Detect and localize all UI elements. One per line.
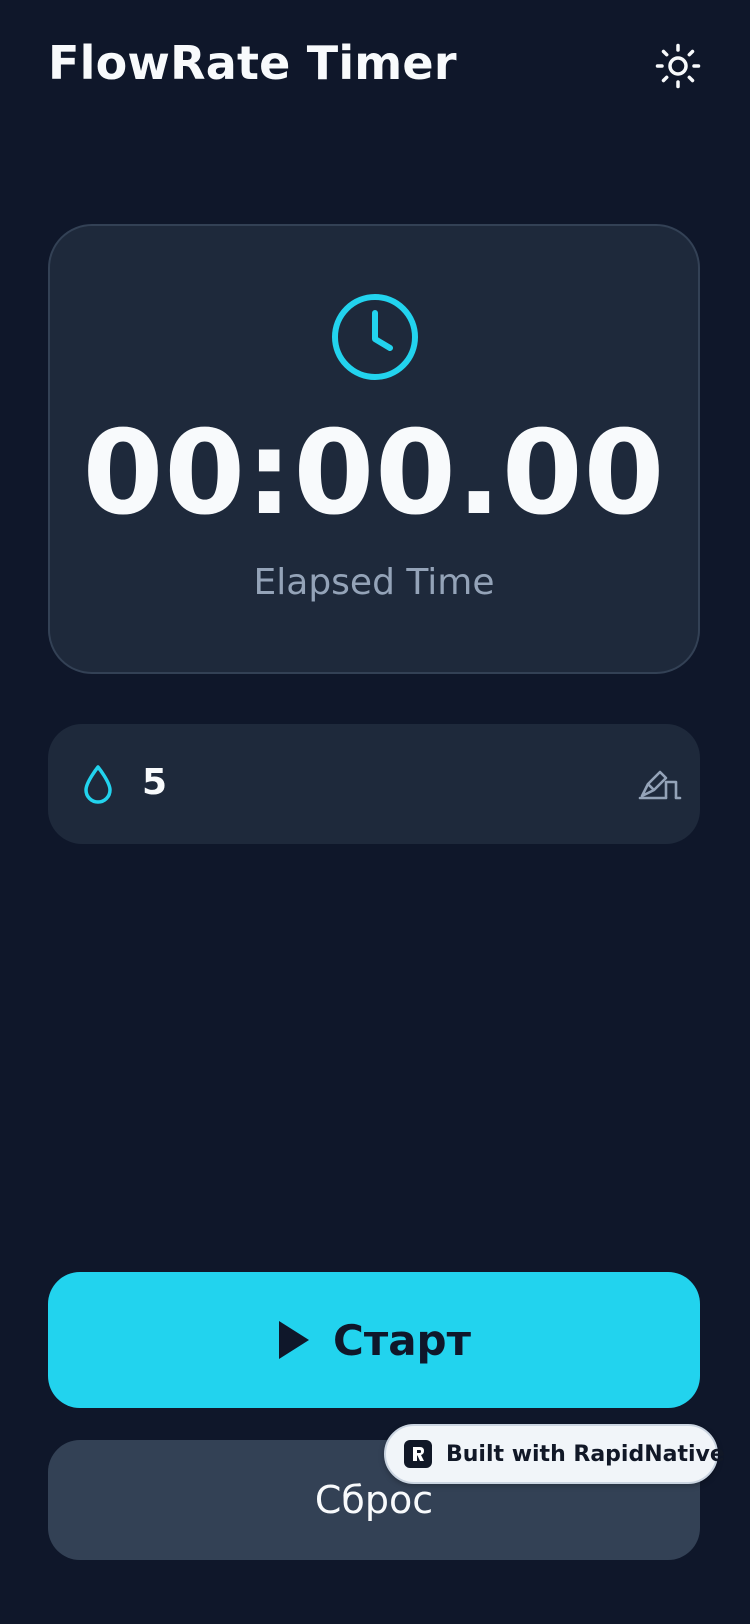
built-with-badge[interactable]: Built with RapidNative [384, 1424, 725, 1484]
start-button-label: Старт [333, 1315, 471, 1365]
drops-per-ml-row: 5 [48, 724, 700, 844]
built-with-label: Built with RapidNative [446, 1441, 725, 1467]
clock-icon [332, 294, 418, 380]
sun-icon [655, 43, 701, 89]
water-drop-icon [84, 765, 112, 804]
theme-toggle-button[interactable] [652, 40, 704, 92]
start-button[interactable]: Старт [48, 1272, 700, 1408]
elapsed-time-display: 00:00.00 [82, 406, 666, 541]
rapidnative-logo-icon [404, 1440, 432, 1468]
app-title: FlowRate Timer [48, 36, 457, 90]
play-icon [279, 1321, 310, 1359]
elapsed-time-label: Elapsed Time [253, 562, 495, 603]
drop-count-value: 5 [142, 762, 168, 803]
reset-button-label: Сброс [314, 1478, 434, 1522]
timer-card: 00:00.00 Elapsed Time [48, 224, 700, 674]
app-header: FlowRate Timer [0, 0, 750, 130]
pencil-ruler-icon[interactable] [638, 768, 682, 800]
